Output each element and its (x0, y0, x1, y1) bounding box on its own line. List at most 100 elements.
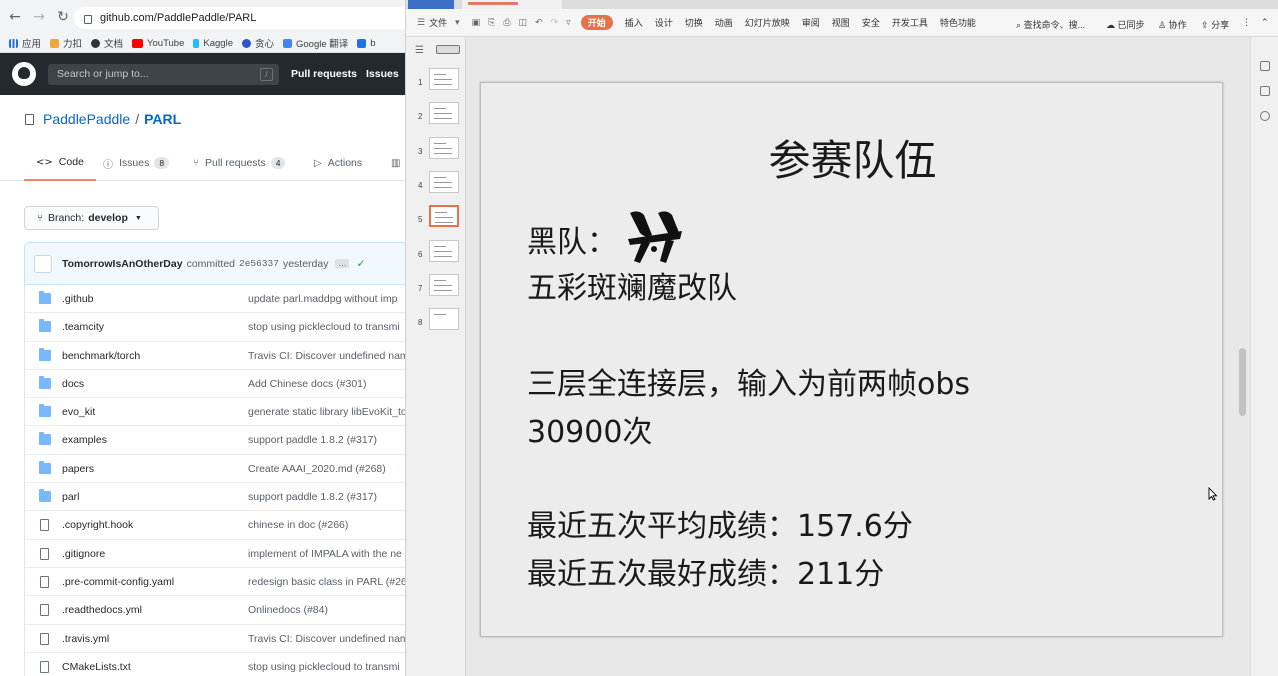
menu-transition[interactable]: 切换 (685, 16, 703, 29)
file-name-link[interactable]: .readthedocs.yml (62, 604, 142, 616)
file-name-link[interactable]: parl (62, 491, 80, 503)
file-name-link[interactable]: .travis.yml (62, 633, 109, 645)
file-row[interactable]: benchmark/torch Travis CI: Discover undef… (24, 341, 405, 370)
save-icon[interactable]: ▣ (472, 18, 481, 28)
file-row[interactable]: CMakeLists.txt stop using picklecloud to … (24, 652, 405, 676)
reload-icon[interactable]: ↻ (54, 8, 72, 26)
menu-file[interactable]: 文件 (429, 16, 447, 29)
file-row[interactable]: .github update parl.maddpg without imp (24, 285, 405, 314)
file-name-link[interactable]: docs (62, 378, 84, 390)
slide-scrollbar[interactable] (1238, 40, 1247, 670)
slide-thumbnail[interactable]: 3 (406, 136, 466, 171)
file-name-link[interactable]: evo_kit (62, 406, 95, 418)
check-icon[interactable]: ✓ (356, 257, 365, 270)
menu-features[interactable]: 特色功能 (940, 16, 976, 29)
commit-author[interactable]: TomorrowIsAnOtherDay (62, 258, 183, 270)
bookmark-docs[interactable]: 文档 (91, 36, 123, 50)
more-icon[interactable]: ⋮ (1242, 18, 1251, 28)
bookmark-greedy[interactable]: 贪心 (241, 36, 274, 50)
forward-arrow-icon[interactable]: → (30, 8, 48, 26)
tab-actions[interactable]: ▷ Actions (314, 145, 362, 181)
slides-view-icon[interactable] (436, 45, 460, 54)
slide-thumbnail[interactable]: 5 (406, 205, 466, 239)
address-bar[interactable]: github.com/PaddlePaddle/PARL (74, 7, 405, 29)
command-search[interactable]: ⌕ 查找命令、搜... (1016, 18, 1085, 31)
file-row[interactable]: parl support paddle 1.8.2 (#317) (24, 483, 405, 512)
file-commit-message[interactable]: Onlinedocs (#84) (248, 604, 328, 616)
file-commit-message[interactable]: Add Chinese docs (#301) (248, 378, 367, 390)
file-row[interactable]: papers Create AAAI_2020.md (#268) (24, 454, 405, 484)
file-row[interactable]: evo_kit generate static library libEvoKit… (24, 398, 405, 427)
file-commit-message[interactable]: stop using picklecloud to transmi (248, 661, 400, 673)
team-logo-image[interactable] (624, 209, 686, 265)
slide-thumbnail[interactable]: 7 (406, 273, 466, 308)
bookmark-leetcode[interactable]: 力扣 (50, 36, 82, 50)
file-commit-message[interactable]: Create AAAI_2020.md (#268) (248, 463, 386, 475)
menu-design[interactable]: 设计 (655, 16, 673, 29)
network-description[interactable]: 三层全连接层，输入为前两帧obs (527, 359, 970, 403)
branch-select-button[interactable]: ⑂ Branch: develop ▼ (24, 206, 159, 230)
menu-developer[interactable]: 开发工具 (892, 16, 928, 29)
sync-status[interactable]: ☁ 已同步 (1106, 18, 1145, 31)
best-score[interactable]: 最近五次最好成绩：211分 (527, 549, 884, 593)
tab-code[interactable]: <> Code (24, 145, 96, 181)
shapes-icon[interactable] (1260, 86, 1270, 96)
back-arrow-icon[interactable]: ← (6, 8, 24, 26)
animation-icon[interactable] (1260, 111, 1270, 121)
undo-icon[interactable]: ↶ (535, 18, 543, 28)
file-commit-message[interactable]: support paddle 1.8.2 (#317) (248, 434, 377, 446)
bookmark-more[interactable]: b (357, 38, 376, 49)
file-commit-message[interactable]: redesign basic class in PARL (#26) (248, 576, 405, 588)
menu-slideshow[interactable]: 幻灯片放映 (745, 16, 790, 29)
menu-review[interactable]: 审阅 (802, 16, 820, 29)
slide-thumbnail[interactable]: 8 (406, 308, 466, 342)
file-row[interactable]: .pre-commit-config.yaml redesign basic cl… (24, 567, 405, 597)
tab-issues[interactable]: ⓘ Issues 8 (103, 145, 170, 181)
commit-expand-button[interactable]: … (335, 259, 350, 268)
file-name-link[interactable]: .github (62, 293, 94, 305)
nav-issues[interactable]: Issues (366, 68, 399, 80)
episode-count[interactable]: 30900次 (527, 407, 652, 451)
github-search-input[interactable]: Search or jump to... / (48, 64, 279, 85)
menu-insert[interactable]: 插入 (625, 16, 643, 29)
file-name-link[interactable]: .gitignore (62, 548, 105, 560)
slide-thumbnail[interactable]: 1 (406, 68, 466, 102)
print-icon[interactable]: ⎙ (503, 18, 510, 28)
wps-home-tab[interactable] (408, 0, 454, 9)
collab-button[interactable]: ♙ 协作 (1158, 18, 1187, 31)
nav-pull-requests[interactable]: Pull requests (291, 68, 357, 80)
file-commit-message[interactable]: Travis CI: Discover undefined nam (248, 350, 405, 362)
file-row[interactable]: .readthedocs.yml Onlinedocs (#84) (24, 596, 405, 625)
file-name-link[interactable]: .copyright.hook (62, 519, 133, 531)
bookmark-kaggle[interactable]: Kaggle (193, 38, 233, 49)
team-label[interactable]: 黑队： (527, 217, 617, 261)
team-name[interactable]: 五彩斑斓魔改队 (527, 263, 737, 307)
bookmark-youtube[interactable]: YouTube (132, 38, 184, 49)
preview-icon[interactable]: ◫ (519, 18, 528, 28)
file-commit-message[interactable]: update parl.maddpg without imp (248, 293, 397, 305)
file-row[interactable]: docs Add Chinese docs (#301) (24, 369, 405, 399)
file-commit-message[interactable]: Travis CI: Discover undefined nam (248, 633, 405, 645)
collapse-ribbon-icon[interactable]: ⌃ (1261, 18, 1269, 28)
slide-thumbnail[interactable]: 4 (406, 170, 466, 205)
slide-thumbnail[interactable]: 2 (406, 102, 466, 136)
commit-sha[interactable]: 2e56337 (239, 258, 279, 269)
file-name-link[interactable]: examples (62, 434, 107, 446)
github-logo-icon[interactable] (12, 62, 36, 86)
document-tab[interactable] (462, 0, 562, 9)
tab-projects[interactable]: ▥ (391, 145, 405, 181)
share-button[interactable]: ⇪ 分享 (1201, 18, 1229, 31)
file-commit-message[interactable]: stop using picklecloud to transmi (248, 321, 400, 333)
scrollbar-thumb[interactable] (1239, 348, 1246, 416)
file-row[interactable]: .travis.yml Travis CI: Discover undefined… (24, 624, 405, 653)
file-name-link[interactable]: papers (62, 463, 94, 475)
menu-view[interactable]: 视图 (832, 16, 850, 29)
properties-icon[interactable] (1260, 61, 1270, 71)
avatar[interactable] (34, 254, 52, 273)
file-commit-message[interactable]: implement of IMPALA with the ne (248, 548, 402, 560)
slide-title[interactable]: 参赛队伍 (481, 127, 1224, 188)
tab-pull-requests[interactable]: ⑂ Pull requests 4 (193, 145, 286, 181)
file-commit-message[interactable]: generate static library libEvoKit_to (248, 406, 405, 418)
slide-canvas[interactable]: 参赛队伍 黑队： 五彩斑斓魔改队 三层全连接层，输入为前两帧obs 30900次… (480, 82, 1223, 637)
file-commit-message[interactable]: chinese in doc (#266) (248, 519, 348, 531)
